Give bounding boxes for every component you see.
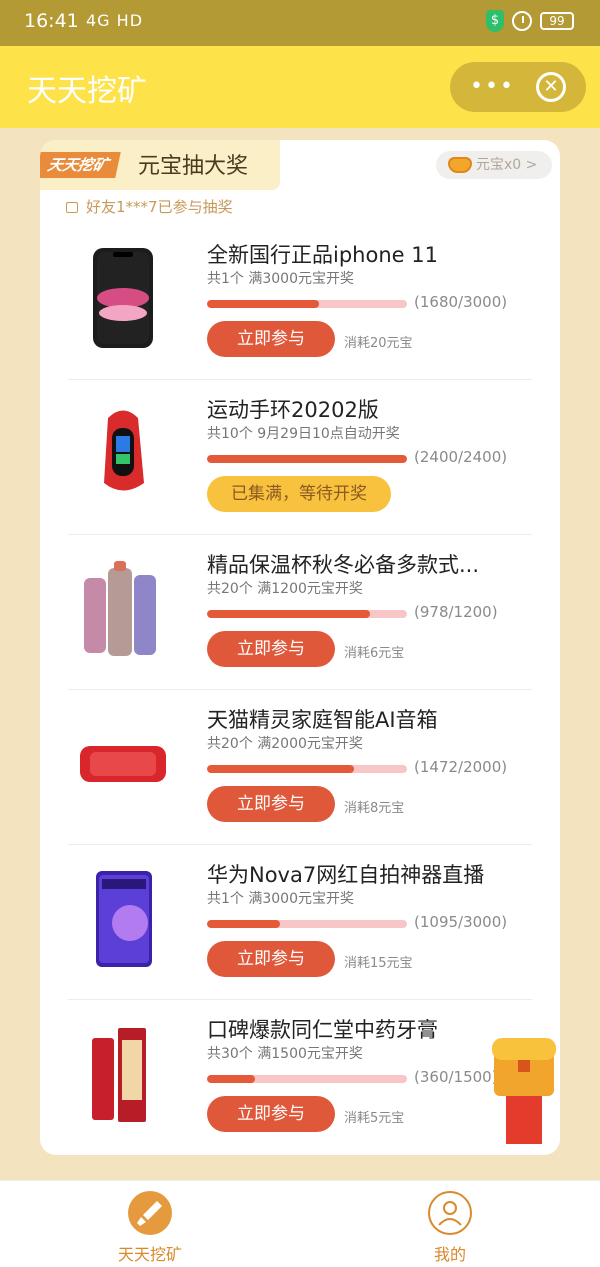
progress-count: (978/1200) — [414, 603, 498, 621]
brand-badge: 天天挖矿 — [40, 152, 121, 178]
toothpaste-image — [92, 1028, 146, 1122]
join-button[interactable]: 立即参与 — [207, 941, 335, 977]
prize-desc: 共30个 满1500元宝开奖 — [207, 1046, 363, 1062]
progress-fill — [207, 1075, 255, 1083]
mini-program-capsule: ••• ✕ — [450, 62, 586, 112]
prize-item: 精品保温杯秋冬必备多款式... 共20个 满1200元宝开奖 (978/1200… — [68, 535, 532, 690]
cost-label: 消耗8元宝 — [344, 801, 405, 816]
prize-name: 精品保温杯秋冬必备多款式... — [207, 553, 480, 577]
network-indicator: 4G HD — [86, 11, 144, 30]
progress-count: (2400/2400) — [414, 448, 508, 466]
join-button[interactable]: 立即参与 — [207, 631, 335, 667]
tab-profile-label: 我的 — [433, 1245, 466, 1264]
join-button[interactable]: 立即参与 — [207, 321, 335, 357]
friend-notice-text: 好友1***7已参与抽奖 — [86, 198, 233, 216]
prize-item: 华为Nova7网红自拍神器直播 共1个 满3000元宝开奖 (1095/3000… — [68, 845, 532, 1000]
progress-fill — [207, 765, 355, 773]
progress-bar — [207, 1075, 407, 1083]
huawei-phone-image — [96, 871, 152, 967]
card-header: 天天挖矿 元宝抽大奖 — [40, 140, 280, 190]
tab-mining-label: 天天挖矿 — [117, 1245, 182, 1264]
prize-item: 天猫精灵家庭智能AI音箱 共20个 满2000元宝开奖 (1472/2000) … — [68, 690, 532, 845]
status-time: 16:41 — [24, 10, 79, 32]
ingot-icon — [448, 157, 472, 173]
join-button[interactable]: 立即参与 — [207, 786, 335, 822]
cost-label: 消耗20元宝 — [344, 336, 413, 351]
progress-count: (1095/3000) — [414, 913, 508, 931]
progress-bar — [207, 455, 407, 463]
yuanbao-balance-label: 元宝x0 > — [476, 157, 538, 173]
app-header: 天天挖矿 ••• ✕ — [0, 46, 600, 128]
lottery-card: 天天挖矿 元宝抽大奖 元宝x0 > 好友1***7已参与抽奖 全新国行正品iph… — [40, 140, 560, 1155]
fitness-band-image — [104, 410, 144, 491]
thermos-cups-image — [84, 561, 156, 656]
user-icon — [428, 1191, 472, 1235]
tab-bar: 天天挖矿 我的 — [0, 1180, 600, 1267]
progress-fill — [207, 610, 370, 618]
prize-name: 运动手环20202版 — [207, 398, 379, 422]
close-icon[interactable]: ✕ — [536, 72, 566, 102]
prize-item: 运动手环20202版 共10个 9月29日10点自动开奖 (2400/2400)… — [68, 380, 532, 535]
progress-bar — [207, 765, 407, 773]
prize-desc: 共1个 满3000元宝开奖 — [207, 891, 354, 907]
cost-label: 消耗6元宝 — [344, 646, 405, 661]
progress-count: (1680/3000) — [414, 293, 508, 311]
friend-notice: 好友1***7已参与抽奖 — [66, 196, 233, 217]
smart-speaker-image — [80, 746, 166, 782]
more-icon[interactable]: ••• — [470, 74, 515, 99]
prize-name: 华为Nova7网红自拍神器直播 — [207, 863, 485, 887]
progress-bar — [207, 610, 407, 618]
alarm-icon — [512, 11, 532, 31]
treasure-chest-icon[interactable] — [490, 1030, 558, 1148]
card-title: 元宝抽大奖 — [138, 154, 249, 179]
tab-profile[interactable]: 我的 — [380, 1191, 520, 1265]
shovel-icon — [128, 1191, 172, 1235]
prize-name: 全新国行正品iphone 11 — [207, 243, 438, 267]
progress-bar — [207, 300, 407, 308]
cost-label: 消耗5元宝 — [344, 1111, 405, 1126]
waiting-draw-button[interactable]: 已集满，等待开奖 — [207, 476, 391, 512]
progress-count: (360/1500) — [414, 1068, 498, 1086]
progress-count: (1472/2000) — [414, 758, 508, 776]
prize-desc: 共1个 满3000元宝开奖 — [207, 271, 354, 287]
status-icons: $ 99 — [486, 10, 574, 32]
join-button[interactable]: 立即参与 — [207, 1096, 335, 1132]
prize-item: 口碑爆款同仁堂中药牙膏 共30个 满1500元宝开奖 (360/1500) 立即… — [68, 1000, 532, 1155]
prize-desc: 共10个 9月29日10点自动开奖 — [207, 426, 400, 442]
battery-icon: 99 — [540, 12, 574, 30]
message-icon — [66, 202, 78, 213]
tab-mining[interactable]: 天天挖矿 — [80, 1191, 220, 1265]
progress-bar — [207, 920, 407, 928]
prize-item: 全新国行正品iphone 11 共1个 满3000元宝开奖 (1680/3000… — [68, 225, 532, 380]
cost-label: 消耗15元宝 — [344, 956, 413, 971]
progress-fill — [207, 455, 407, 463]
shield-icon: $ — [486, 10, 504, 32]
iphone-image — [93, 248, 153, 348]
prize-desc: 共20个 满1200元宝开奖 — [207, 581, 363, 597]
prize-name: 天猫精灵家庭智能AI音箱 — [207, 708, 438, 732]
progress-fill — [207, 920, 280, 928]
yuanbao-balance-button[interactable]: 元宝x0 > — [436, 151, 552, 179]
progress-fill — [207, 300, 319, 308]
page-title: 天天挖矿 — [27, 74, 147, 109]
status-bar: 16:41 4G HD $ 99 — [0, 0, 600, 46]
prize-name: 口碑爆款同仁堂中药牙膏 — [207, 1018, 438, 1042]
prize-desc: 共20个 满2000元宝开奖 — [207, 736, 363, 752]
